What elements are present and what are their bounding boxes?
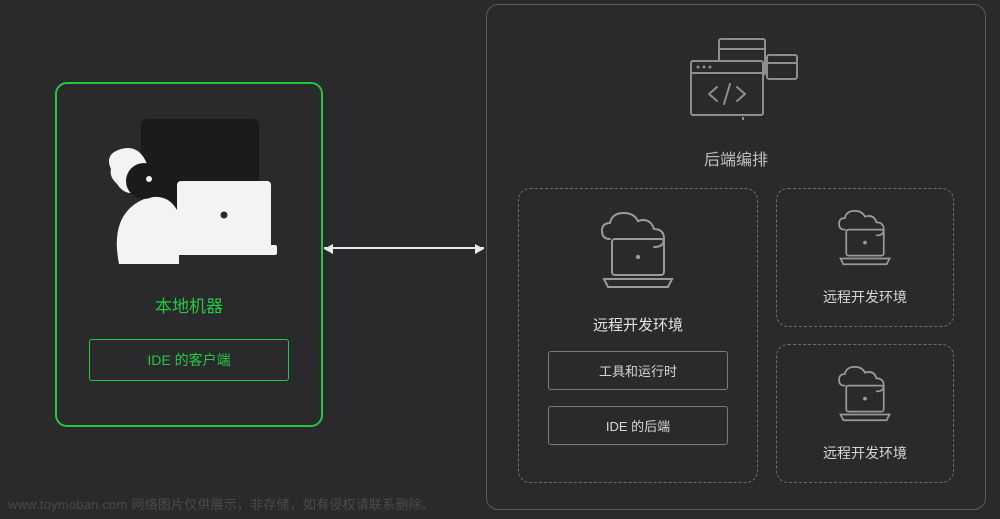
double-arrow-icon <box>475 244 484 254</box>
local-machine-title: 本地机器 <box>155 292 223 317</box>
main-rde-title: 远程开发环境 <box>593 314 683 335</box>
side-rde-stack: 远程开发环境 远程开发环境 <box>776 188 954 483</box>
side-rde-2-label: 远程开发环境 <box>823 443 907 463</box>
ide-client-box: IDE 的客户端 <box>89 339 289 381</box>
double-arrow-line <box>324 247 484 249</box>
backend-orchestration-box: 后端编排 远程开发环境 工具和运行时 IDE 的后端 <box>486 4 986 510</box>
side-rde-1-label: 远程开发环境 <box>823 287 907 307</box>
tools-runtime-box: 工具和运行时 <box>548 351 728 390</box>
ide-backend-box: IDE 的后端 <box>548 406 728 445</box>
cloud-laptop-icon <box>590 209 686 300</box>
person-laptop-illustration <box>99 119 279 264</box>
rde-columns: 远程开发环境 工具和运行时 IDE 的后端 远程开发环境 <box>487 188 985 483</box>
orchestration-title: 后端编排 <box>704 146 768 170</box>
watermark-text: www.toymoban.com 网络图片仅供展示，非存储，如有侵权请联系删除。 <box>8 494 435 513</box>
side-rde-box-2: 远程开发环境 <box>776 344 954 483</box>
cloud-laptop-icon <box>830 364 900 431</box>
cloud-laptop-icon <box>830 208 900 275</box>
side-rde-box-1: 远程开发环境 <box>776 188 954 327</box>
main-rde-box: 远程开发环境 工具和运行时 IDE 的后端 <box>518 188 758 483</box>
windows-code-icon <box>671 37 801 128</box>
local-machine-box: 本地机器 IDE 的客户端 <box>55 82 323 427</box>
